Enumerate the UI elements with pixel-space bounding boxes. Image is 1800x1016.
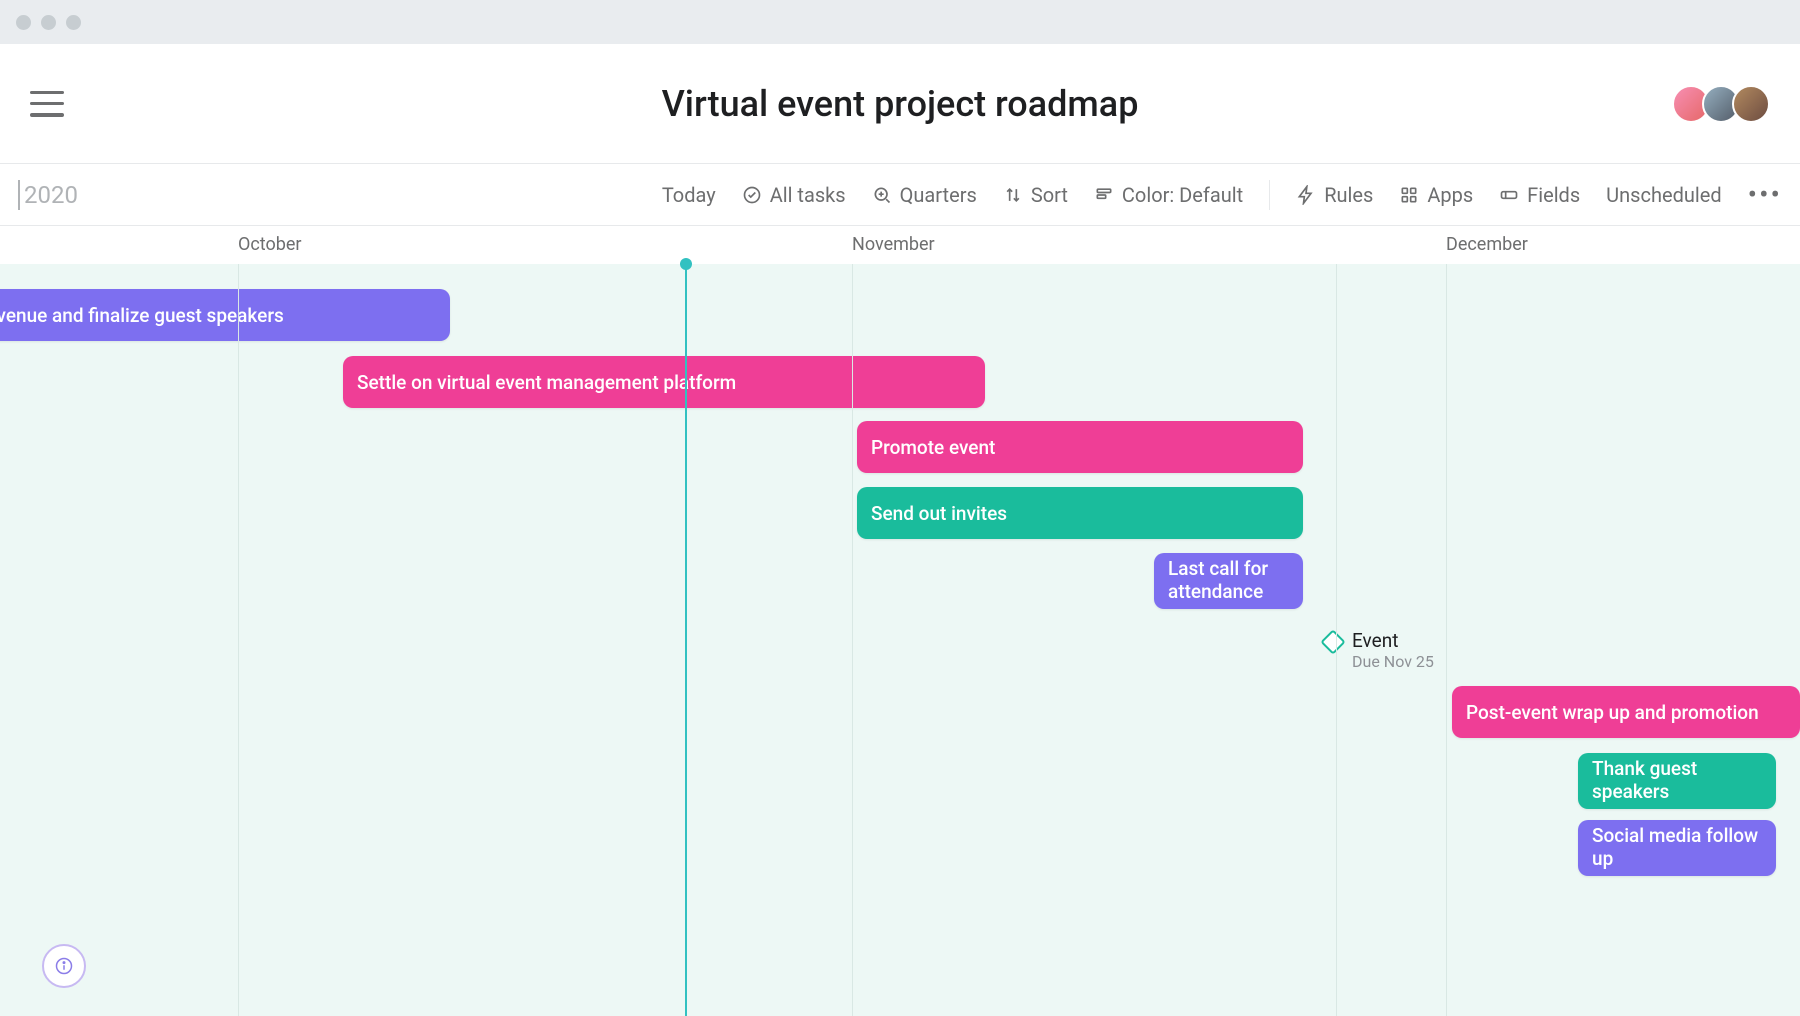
task-bar[interactable]: Promote event	[857, 421, 1303, 473]
task-bar[interactable]: Plan venue and finalize guest speakers	[0, 289, 450, 341]
timeline-toolbar: 2020 Today All tasks Quarters Sort Color…	[0, 164, 1800, 226]
check-circle-icon	[742, 185, 762, 205]
task-label: Settle on virtual event management platf…	[357, 371, 736, 394]
today-label: Today	[662, 183, 716, 207]
task-label: Social media follow up	[1592, 825, 1762, 871]
task-label: Thank guest speakers	[1592, 758, 1762, 804]
task-label: Promote event	[871, 436, 995, 459]
task-label: Send out invites	[871, 502, 1007, 525]
window-zoom-dot[interactable]	[66, 15, 81, 30]
timeline-body[interactable]: Plan venue and finalize guest speakers S…	[0, 264, 1800, 1016]
zoom-icon	[872, 185, 892, 205]
toolbar-divider	[1269, 180, 1270, 210]
rules-label: Rules	[1324, 183, 1373, 207]
window-minimize-dot[interactable]	[41, 15, 56, 30]
task-label: Post-event wrap up and promotion	[1466, 701, 1759, 724]
sort-icon	[1003, 185, 1023, 205]
filter-label: All tasks	[770, 183, 846, 207]
window-titlebar	[0, 0, 1800, 44]
info-icon	[55, 957, 73, 975]
page-title: Virtual event project roadmap	[662, 83, 1139, 125]
gridline	[1446, 264, 1447, 1016]
apps-label: Apps	[1427, 183, 1473, 207]
year-label: 2020	[18, 180, 78, 210]
task-bar[interactable]: Settle on virtual event management platf…	[343, 356, 985, 408]
apps-icon	[1399, 185, 1419, 205]
unscheduled-label: Unscheduled	[1606, 183, 1721, 207]
task-bar[interactable]: Thank guest speakers	[1578, 753, 1776, 809]
collaborator-avatars[interactable]	[1680, 85, 1770, 123]
today-indicator	[685, 264, 687, 1016]
avatar[interactable]	[1732, 85, 1770, 123]
apps-button[interactable]: Apps	[1399, 183, 1473, 207]
milestone-title: Event	[1352, 629, 1434, 652]
sort-label: Sort	[1031, 183, 1068, 207]
month-label: November	[852, 234, 935, 255]
milestone-due: Due Nov 25	[1352, 652, 1434, 671]
filter-button[interactable]: All tasks	[742, 183, 846, 207]
gridline	[238, 264, 239, 1016]
app-header: Virtual event project roadmap	[0, 44, 1800, 164]
info-button[interactable]	[42, 944, 86, 988]
milestone-diamond-icon	[1320, 629, 1345, 654]
gridline	[1336, 264, 1337, 1016]
task-bar[interactable]: Send out invites	[857, 487, 1303, 539]
color-label: Color: Default	[1122, 183, 1243, 207]
unscheduled-button[interactable]: Unscheduled	[1606, 183, 1721, 207]
timeline: October November December Plan venue and…	[0, 226, 1800, 1016]
month-label: December	[1446, 234, 1528, 255]
today-button[interactable]: Today	[662, 183, 716, 207]
task-bar[interactable]: Social media follow up	[1578, 820, 1776, 876]
window-close-dot[interactable]	[16, 15, 31, 30]
task-label: Last call for attendance	[1168, 558, 1289, 604]
gridline	[852, 264, 853, 1016]
color-button[interactable]: Color: Default	[1094, 183, 1243, 207]
zoom-button[interactable]: Quarters	[872, 183, 977, 207]
task-label: Plan venue and finalize guest speakers	[0, 304, 284, 327]
fields-button[interactable]: Fields	[1499, 183, 1580, 207]
menu-toggle-icon[interactable]	[30, 91, 64, 117]
zoom-label: Quarters	[900, 183, 977, 207]
task-bar[interactable]: Post-event wrap up and promotion	[1452, 686, 1800, 738]
month-label: October	[238, 234, 302, 255]
month-header: October November December	[0, 226, 1800, 264]
task-bar[interactable]: Last call for attendance	[1154, 553, 1303, 609]
more-options-button[interactable]: •••	[1748, 181, 1782, 209]
sort-button[interactable]: Sort	[1003, 183, 1068, 207]
milestone[interactable]: Event Due Nov 25	[1324, 629, 1434, 671]
color-icon	[1094, 185, 1114, 205]
fields-icon	[1499, 185, 1519, 205]
lightning-icon	[1296, 185, 1316, 205]
fields-label: Fields	[1527, 183, 1580, 207]
rules-button[interactable]: Rules	[1296, 183, 1373, 207]
